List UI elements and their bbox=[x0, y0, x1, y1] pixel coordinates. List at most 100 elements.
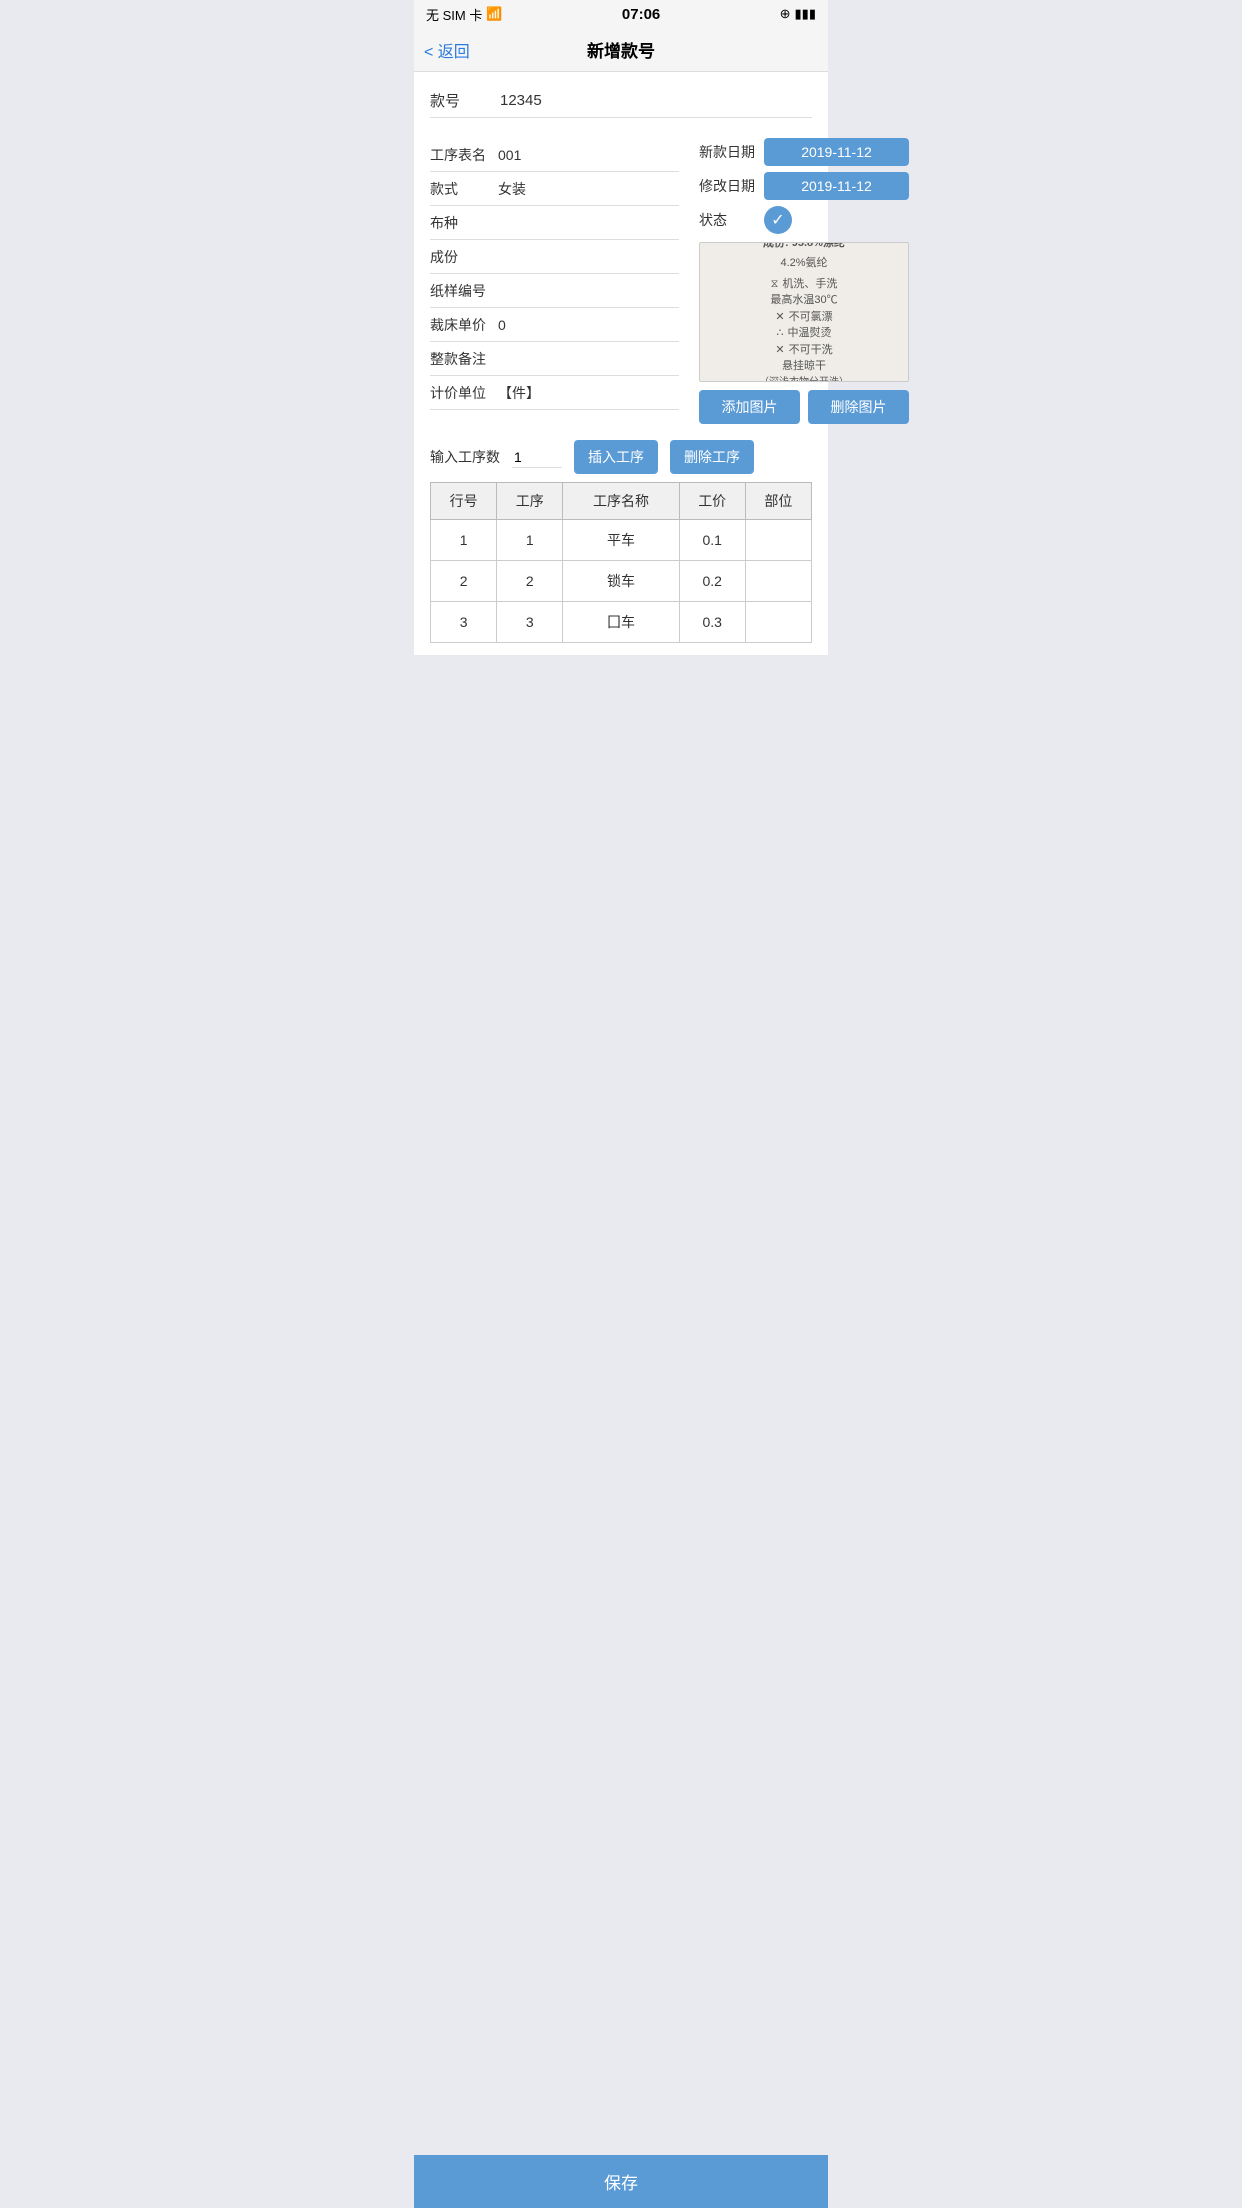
img-text8: 悬挂晾干 bbox=[782, 358, 826, 375]
col-hanghao: 行号 bbox=[431, 483, 497, 520]
kuanhao-label: 款号 bbox=[430, 90, 500, 111]
cell-name: 平车 bbox=[563, 520, 679, 561]
delete-image-button[interactable]: 删除图片 bbox=[808, 390, 909, 424]
cell-price: 0.3 bbox=[679, 602, 745, 643]
img-text2: 4.2%氨纶 bbox=[780, 255, 827, 272]
caichuang-row: 裁床单价 bbox=[430, 308, 679, 342]
chengfen-label: 成份 bbox=[430, 247, 498, 267]
cell-hanghao: 1 bbox=[431, 520, 497, 561]
cell-price: 0.2 bbox=[679, 561, 745, 602]
image-content: 成份: 95.8%涤纶 4.2%氨纶 ⧖ 机洗、手洗 最高水温30℃ ✕ 不可氯… bbox=[700, 243, 908, 381]
xinzeng-date-row: 新款日期 2019-11-12 bbox=[699, 138, 909, 166]
zhuangtai-label: 状态 bbox=[699, 210, 764, 230]
add-image-button[interactable]: 添加图片 bbox=[699, 390, 800, 424]
image-buttons: 添加图片 删除图片 bbox=[699, 390, 909, 424]
input-row: 输入工序数 插入工序 删除工序 bbox=[430, 432, 812, 482]
jijiage-row: 计价单位 bbox=[430, 376, 679, 410]
main-content: 款号 bbox=[414, 72, 828, 130]
zhu-input[interactable] bbox=[498, 351, 679, 367]
insert-gongxu-button[interactable]: 插入工序 bbox=[574, 440, 658, 474]
cell-hanghao: 2 bbox=[431, 561, 497, 602]
table-row[interactable]: 1 1 平车 0.1 bbox=[431, 520, 812, 561]
img-text7: ✕ 不可干洗 bbox=[775, 342, 832, 359]
status-right: ⊕ ▮▮▮ bbox=[780, 6, 816, 22]
xiugai-date-row: 修改日期 2019-11-12 bbox=[699, 172, 909, 200]
jijiage-input[interactable] bbox=[498, 385, 679, 401]
gray-background bbox=[414, 655, 828, 1055]
cell-name: 囗车 bbox=[563, 602, 679, 643]
caichuang-input[interactable] bbox=[498, 317, 679, 333]
left-column: 工序表名 款式 布种 成份 纸样编号 裁床单价 bbox=[430, 138, 689, 424]
status-time: 07:06 bbox=[622, 6, 660, 23]
table-row[interactable]: 3 3 囗车 0.3 bbox=[431, 602, 812, 643]
cell-gongxu: 2 bbox=[497, 561, 563, 602]
table-section: 输入工序数 插入工序 删除工序 行号 工序 工序名称 工价 部位 1 1 平车 … bbox=[414, 432, 828, 655]
cell-buwei bbox=[745, 561, 811, 602]
buzhong-input[interactable] bbox=[498, 215, 679, 231]
table-row[interactable]: 2 2 锁车 0.2 bbox=[431, 561, 812, 602]
gongxu-input[interactable] bbox=[498, 147, 679, 163]
xiugai-date-value[interactable]: 2019-11-12 bbox=[764, 172, 909, 200]
input-row-label: 输入工序数 bbox=[430, 447, 500, 467]
kuanhao-row: 款号 bbox=[430, 84, 812, 118]
cell-buwei bbox=[745, 520, 811, 561]
cell-hanghao: 3 bbox=[431, 602, 497, 643]
caichuang-label: 裁床单价 bbox=[430, 315, 498, 335]
xinzeng-date-label: 新款日期 bbox=[699, 142, 764, 162]
status-checkbox[interactable]: ✓ bbox=[764, 206, 792, 234]
img-text6: ∴ 中温熨烫 bbox=[777, 325, 832, 342]
kuanshi-label: 款式 bbox=[430, 179, 498, 199]
zhiyang-label: 纸样编号 bbox=[430, 281, 498, 301]
xinzeng-date-value[interactable]: 2019-11-12 bbox=[764, 138, 909, 166]
col-price: 工价 bbox=[679, 483, 745, 520]
status-row: 状态 ✓ bbox=[699, 206, 909, 234]
gongxu-row: 工序表名 bbox=[430, 138, 679, 172]
right-column: 新款日期 2019-11-12 修改日期 2019-11-12 状态 ✓ 成份:… bbox=[689, 138, 909, 424]
img-text9: （深浅衣物分开洗） bbox=[759, 375, 849, 383]
gongxu-table: 行号 工序 工序名称 工价 部位 1 1 平车 0.1 2 2 锁车 0.2 3… bbox=[430, 482, 812, 643]
delete-gongxu-button[interactable]: 删除工序 bbox=[670, 440, 754, 474]
cell-gongxu: 3 bbox=[497, 602, 563, 643]
kuanshi-input[interactable] bbox=[498, 181, 679, 197]
chengfen-input[interactable] bbox=[498, 249, 679, 265]
kuanhao-input[interactable] bbox=[500, 92, 812, 109]
cell-name: 锁车 bbox=[563, 561, 679, 602]
back-button[interactable]: < 返回 bbox=[424, 38, 470, 62]
battery-icon: ▮▮▮ bbox=[795, 6, 816, 22]
cell-buwei bbox=[745, 602, 811, 643]
buzhong-label: 布种 bbox=[430, 213, 498, 233]
xiugai-date-label: 修改日期 bbox=[699, 176, 764, 196]
location-icon: ⊕ bbox=[780, 6, 791, 22]
gongxu-label: 工序表名 bbox=[430, 145, 498, 165]
image-area: 成份: 95.8%涤纶 4.2%氨纶 ⧖ 机洗、手洗 最高水温30℃ ✕ 不可氯… bbox=[699, 242, 909, 382]
no-bleach-icon: ✕ bbox=[775, 309, 784, 326]
chengfen-row: 成份 bbox=[430, 240, 679, 274]
table-header-row: 行号 工序 工序名称 工价 部位 bbox=[431, 483, 812, 520]
status-bar: 无 SIM 卡 📶 07:06 ⊕ ▮▮▮ bbox=[414, 0, 828, 28]
nav-bar: < 返回 新增款号 bbox=[414, 28, 828, 72]
kuanshi-row: 款式 bbox=[430, 172, 679, 206]
zhu-row: 整款备注 bbox=[430, 342, 679, 376]
cell-gongxu: 1 bbox=[497, 520, 563, 561]
wash-icon: ⧖ bbox=[771, 276, 779, 293]
col-buwei: 部位 bbox=[745, 483, 811, 520]
col-gongxu: 工序 bbox=[497, 483, 563, 520]
buzhong-row: 布种 bbox=[430, 206, 679, 240]
save-button[interactable]: 保存 bbox=[414, 2155, 828, 2208]
zhiyang-row: 纸样编号 bbox=[430, 274, 679, 308]
jijiage-label: 计价单位 bbox=[430, 383, 498, 403]
img-text4: 最高水温30℃ bbox=[770, 292, 837, 309]
zhu-label: 整款备注 bbox=[430, 349, 498, 369]
gongxu-count-input[interactable] bbox=[512, 447, 562, 468]
col-name: 工序名称 bbox=[563, 483, 679, 520]
wifi-icon: 📶 bbox=[486, 6, 502, 22]
no-dry-icon: ✕ bbox=[775, 342, 784, 359]
carrier-text: 无 SIM 卡 bbox=[426, 5, 482, 24]
iron-icon: ∴ bbox=[777, 325, 784, 342]
cell-price: 0.1 bbox=[679, 520, 745, 561]
img-text5: ✕ 不可氯漂 bbox=[775, 309, 832, 326]
page-title: 新增款号 bbox=[587, 37, 655, 62]
img-text3: ⧖ 机洗、手洗 bbox=[771, 276, 838, 293]
zhiyang-input[interactable] bbox=[498, 283, 679, 299]
form-section: 工序表名 款式 布种 成份 纸样编号 裁床单价 bbox=[414, 130, 828, 432]
